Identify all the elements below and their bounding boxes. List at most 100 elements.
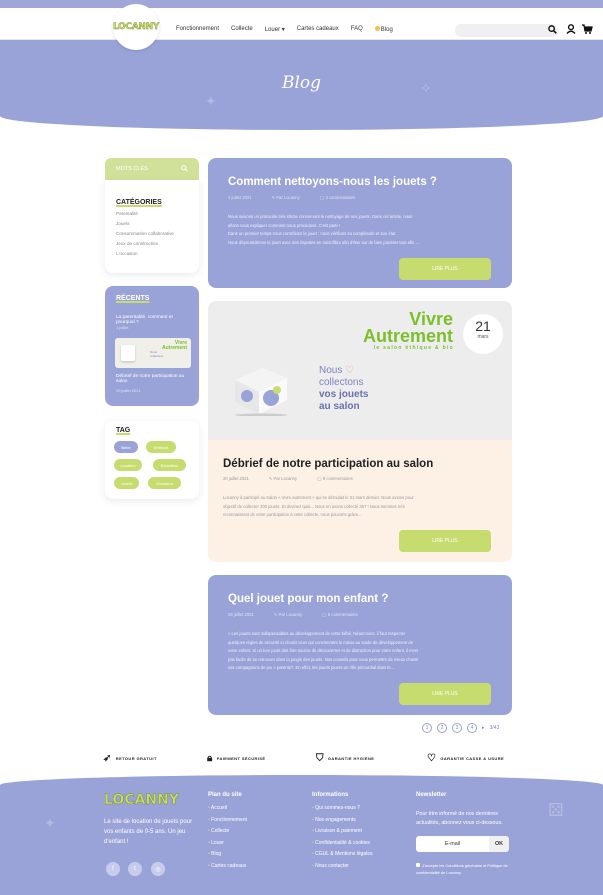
footer-link[interactable]: Louer bbox=[208, 840, 247, 846]
paper-plane-icon: ➶ bbox=[103, 753, 112, 764]
user-icon[interactable] bbox=[566, 24, 576, 36]
footer-link[interactable]: Nos engagements bbox=[312, 817, 372, 823]
post-comments[interactable]: ◯ 3 commentaires bbox=[320, 195, 356, 200]
thumbnail-brand: Vivre Autrement bbox=[161, 340, 187, 351]
recent-post-thumbnail[interactable]: Vivre Autrement Nous collectons bbox=[115, 338, 191, 368]
categories-box: CATÉGORIES Parentalité Jouets Consommati… bbox=[105, 180, 199, 273]
post-meta: 1 juillet 2021 ✎ Par Locanny ◯ 3 comment… bbox=[228, 195, 355, 200]
category-item[interactable]: L'occasion bbox=[116, 251, 199, 256]
category-item[interactable]: Parentalité bbox=[116, 211, 199, 216]
nav-item-fonctionnement[interactable]: Fonctionnement bbox=[176, 26, 219, 33]
search-icon[interactable] bbox=[548, 25, 557, 36]
page-button[interactable]: 3 bbox=[452, 723, 462, 733]
post-comments[interactable]: ◯ 9 commentaires bbox=[317, 476, 353, 481]
logo[interactable]: LOCANNY bbox=[113, 4, 160, 50]
post-author: ✎ Par Locanny bbox=[271, 195, 300, 200]
tag-chip[interactable]: Location bbox=[114, 459, 142, 471]
tag-box: TAG Bebe Enfance Location Education Joue… bbox=[105, 421, 199, 499]
toy-box-illustration bbox=[235, 368, 287, 416]
main-nav: Fonctionnement Collecte Louer ▾ Cartes c… bbox=[176, 26, 393, 33]
search-input[interactable] bbox=[455, 24, 558, 37]
post-title[interactable]: Quel jouet pour mon enfant ? bbox=[228, 593, 388, 605]
facebook-icon[interactable]: f bbox=[106, 862, 120, 876]
feature-breakage: ♡ GARANTIE CASSE & USURE bbox=[427, 753, 505, 764]
category-item[interactable]: Jouets bbox=[116, 221, 199, 226]
nav-item-cartes-cadeaux[interactable]: Cartes cadeaux bbox=[297, 26, 339, 33]
keywords-label: MOTS CLÉS bbox=[116, 166, 148, 172]
post-date: 1 juillet 2021 bbox=[228, 195, 252, 200]
nav-item-blog[interactable]: Blog bbox=[374, 26, 393, 33]
read-more-button[interactable]: LIRE PLUS bbox=[399, 258, 491, 280]
instagram-icon[interactable]: ◎ bbox=[151, 862, 165, 876]
page-title: Blog bbox=[281, 73, 322, 93]
footer-link[interactable]: Accueil bbox=[208, 805, 247, 811]
post-excerpt: « Les jouets sont indispensables au déve… bbox=[228, 631, 419, 671]
footer-sitemap: Plan du site Accueil Fonctionnement Coll… bbox=[208, 792, 247, 875]
dice-decoration-icon: ⚄ bbox=[548, 800, 564, 820]
tag-chip[interactable]: Jouets bbox=[114, 477, 139, 489]
tag-chip[interactable]: Enfance bbox=[146, 441, 176, 453]
star-decoration-icon: ✦ bbox=[205, 93, 217, 109]
tag-chip[interactable]: Occasion bbox=[148, 477, 181, 489]
nav-item-louer[interactable]: Louer ▾ bbox=[265, 26, 285, 33]
twitter-icon[interactable]: t bbox=[128, 862, 142, 876]
page-button[interactable]: 4 bbox=[467, 723, 477, 733]
nav-item-collecte[interactable]: Collecte bbox=[231, 26, 253, 33]
feature-hygiene: ⛉ GARANTIE HYGIÈNE bbox=[316, 753, 375, 764]
thumbnail-text: Nous collectons bbox=[150, 350, 164, 358]
footer-link[interactable]: CGUL & Mentions légales bbox=[312, 851, 372, 857]
page-button[interactable]: 1 bbox=[422, 723, 432, 733]
feature-free-return: ➶ RETOUR GRATUIT bbox=[103, 753, 157, 764]
feature-secure-payment: 🔒︎ PAIEMENT SÉCURISÉ bbox=[207, 753, 266, 764]
footer-link[interactable]: Nous contacter bbox=[312, 863, 372, 869]
image-brand: Vivre Autrement bbox=[362, 309, 453, 346]
footer-link[interactable]: Livraison & paiement bbox=[312, 828, 372, 834]
footer-link[interactable]: Cartes cadeaux bbox=[208, 863, 247, 869]
page-button[interactable]: 2 bbox=[437, 723, 447, 733]
next-page-icon[interactable]: ▸ bbox=[482, 725, 485, 731]
post-title[interactable]: Comment nettoyons-nous les jouets ? bbox=[228, 176, 437, 188]
recent-title: RÉCENTS bbox=[116, 295, 150, 302]
tag-chip[interactable]: Bebe bbox=[114, 441, 138, 453]
active-dot-icon bbox=[374, 26, 380, 31]
footer bbox=[0, 775, 603, 895]
cart-icon[interactable] bbox=[581, 24, 593, 36]
footer-link[interactable]: Blog bbox=[208, 851, 247, 857]
newsletter-title: Newsletter bbox=[416, 792, 447, 798]
recent-post-date: 20 juillet 2021 bbox=[116, 388, 141, 393]
recent-post-title[interactable]: La parentalité, comment et pourquoi ? bbox=[116, 315, 188, 325]
footer-informations: Informations Qui sommes-nous ? Nos engag… bbox=[312, 792, 372, 875]
top-strip bbox=[0, 0, 603, 8]
tag-title: TAG bbox=[116, 427, 131, 434]
footer-link[interactable]: Fonctionnement bbox=[208, 817, 247, 823]
image-subtitle: le salon éthique & bio bbox=[373, 345, 454, 351]
read-more-button[interactable]: LIRE PLUS bbox=[399, 683, 491, 705]
footer-link[interactable]: Confidentialité & cookies bbox=[312, 840, 372, 846]
footer-tagline: Le site de location de jouets pour vos e… bbox=[104, 819, 193, 845]
recent-post-title[interactable]: Débrief de notre participation au salon bbox=[116, 374, 192, 384]
tag-chip[interactable]: Education bbox=[153, 459, 186, 471]
category-item[interactable]: Consommation collaborative bbox=[116, 231, 199, 236]
footer-link[interactable]: Qui sommes-nous ? bbox=[312, 805, 372, 811]
post-comments[interactable]: ◯ 8 commentaires bbox=[322, 612, 358, 617]
post-excerpt: Nous suivons un protocole très stricte c… bbox=[228, 214, 419, 245]
image-slogan: Nous ♡ collectons vos jouets au salon bbox=[319, 365, 369, 412]
consent-checkbox[interactable]: J'accepte les Conditions générales et Po… bbox=[416, 863, 516, 876]
subscribe-button[interactable]: OK bbox=[489, 836, 509, 852]
newsletter-text: Pour être informé de nos dernières actua… bbox=[416, 811, 503, 826]
checkbox-icon[interactable] bbox=[416, 863, 420, 867]
footer-logo[interactable]: LOCANNY bbox=[104, 792, 180, 809]
read-more-button[interactable]: LIRE PLUS bbox=[399, 530, 491, 552]
date-day: 21 bbox=[475, 318, 491, 334]
email-field[interactable]: E-mail bbox=[416, 836, 489, 852]
post-excerpt: Locanny à participé au Salon « Vivre aut… bbox=[223, 495, 414, 518]
heart-icon: ♡ bbox=[427, 753, 437, 764]
sitemap-title: Plan du site bbox=[208, 792, 242, 798]
post-title[interactable]: Débrief de notre participation au salon bbox=[223, 458, 433, 470]
newsletter-section: Newsletter bbox=[416, 792, 446, 805]
blog-post-card: Débrief de notre participation au salon … bbox=[208, 440, 512, 562]
footer-link[interactable]: Collecte bbox=[208, 828, 247, 834]
category-item[interactable]: Jeux de construction bbox=[116, 241, 199, 246]
search-icon[interactable] bbox=[181, 165, 188, 174]
nav-item-faq[interactable]: FAQ bbox=[351, 26, 363, 33]
